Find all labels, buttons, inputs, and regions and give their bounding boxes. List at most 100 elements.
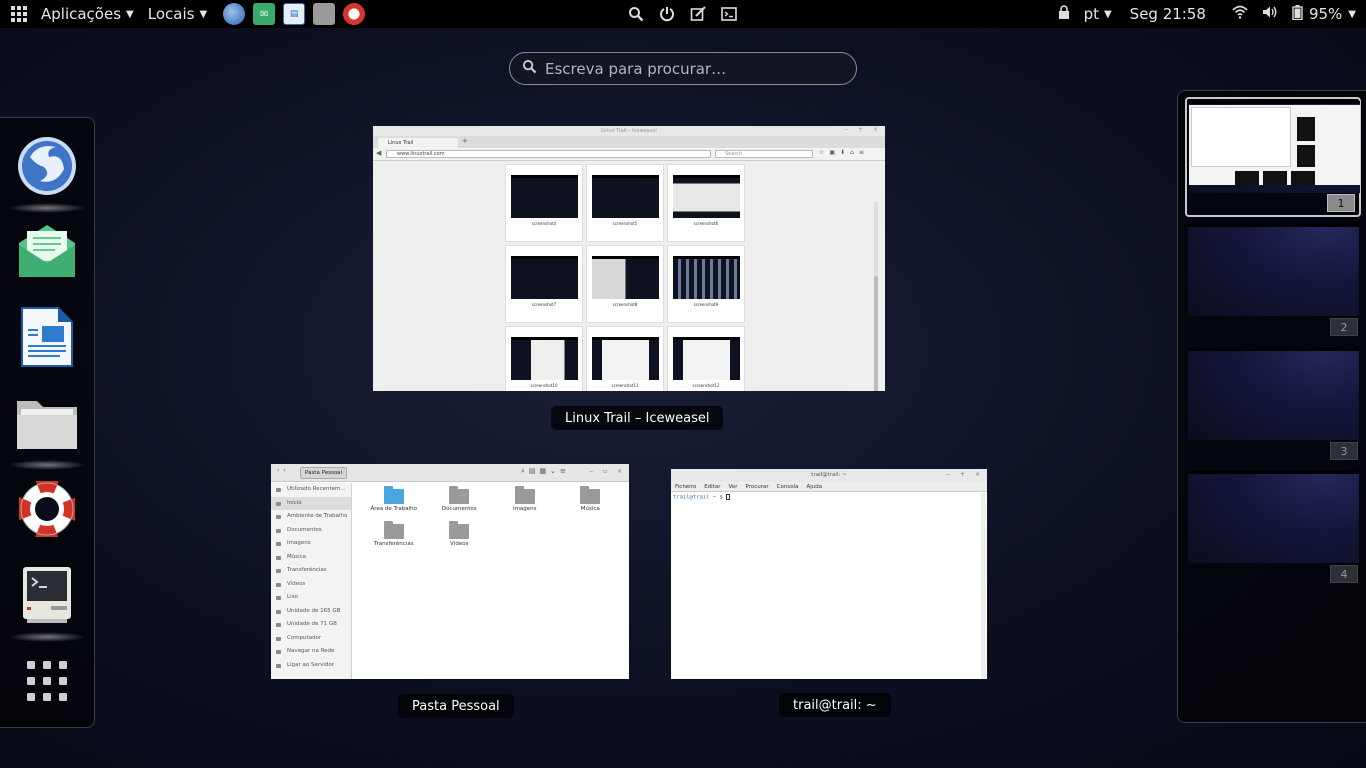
sidebar-item[interactable]: Utilizado Recentem... — [271, 483, 351, 497]
folder-item[interactable]: Música — [558, 486, 624, 514]
workspace-number: 4 — [1330, 565, 1358, 583]
files-headerbar: ‹› Pasta Pessoal ⌕▤▦⌄≡ ‒ ▫ × — [271, 464, 629, 482]
battery-percent: 95% — [1308, 5, 1343, 23]
dash-item-files[interactable] — [8, 390, 86, 470]
folder-item[interactable]: Transferências — [361, 521, 427, 549]
terminal-icon[interactable] — [719, 4, 739, 24]
thumbnail-label: screenshot7 — [531, 302, 557, 307]
edit-icon[interactable] — [688, 4, 708, 24]
terminal-scrollbar[interactable] — [981, 493, 986, 679]
folder-grid: Área de Trabalho Documentos Imagens Músi… — [361, 486, 624, 549]
dash-item-libreoffice-writer[interactable] — [14, 304, 80, 370]
folder-item[interactable]: Vídeos — [427, 521, 493, 549]
search-entry[interactable] — [509, 52, 857, 85]
browser-search-field[interactable]: Search — [715, 150, 813, 158]
help-icon[interactable] — [343, 3, 366, 25]
search-icon[interactable] — [626, 4, 646, 24]
window-titlebar: Linux Trail – Iceweasel — [373, 126, 885, 136]
thumbnail[interactable]: screenshot10 — [505, 326, 583, 391]
clock[interactable]: Seg 21:58 — [1130, 5, 1206, 23]
thumbnail-label: screenshot8 — [612, 302, 638, 307]
sidebar-item[interactable]: Navegar na Rede — [271, 645, 351, 659]
sidebar-item[interactable]: Ambiente de Trabalho — [271, 510, 351, 524]
terminal-output[interactable]: trail@trail ~ $ — [671, 492, 987, 503]
sidebar-item[interactable]: Início — [271, 496, 351, 510]
menu-item[interactable]: Ficheiro — [675, 482, 696, 491]
workspace-2[interactable]: 2 — [1188, 224, 1359, 336]
dash-item-help[interactable] — [14, 476, 80, 542]
thumbnail[interactable]: screenshot5 — [586, 164, 664, 242]
places-menu[interactable]: Locais ▼ — [148, 0, 207, 28]
browser-scrollbar[interactable] — [874, 202, 878, 391]
window-caption-terminal: trail@trail: ~ — [779, 693, 891, 717]
applications-menu[interactable]: Aplicações ▼ — [41, 0, 134, 28]
sidebar-item[interactable]: Ligar ao Servidor — [271, 659, 351, 673]
thumbnail[interactable]: screenshot9 — [667, 245, 745, 323]
activities-grid-icon[interactable] — [11, 6, 27, 22]
volume-icon[interactable] — [1262, 5, 1278, 23]
workspace-4[interactable]: 4 — [1188, 471, 1359, 583]
menu-item[interactable]: Consola — [777, 482, 799, 491]
folder-item[interactable]: Imagens — [492, 486, 558, 514]
window-controls: ‒ + × — [946, 471, 984, 478]
sidebar-item[interactable]: Computador — [271, 632, 351, 646]
back-icon[interactable]: ◀ — [376, 149, 381, 157]
sidebar-item[interactable]: Lixo — [271, 591, 351, 605]
url-bar[interactable]: www.linuxtrail.com — [386, 150, 711, 158]
menu-item[interactable]: Ver — [729, 482, 738, 491]
show-apps-grid-icon — [27, 661, 67, 701]
dash-item-mail[interactable] — [14, 218, 80, 284]
browser-tab[interactable]: Linux Trail — [378, 138, 458, 148]
window-terminal[interactable]: trail@trail: ~ ‒ + × Ficheiro Editar Ver… — [671, 469, 987, 679]
mail-icon[interactable]: ✉ — [253, 3, 276, 25]
dash-item-iceweasel[interactable] — [8, 133, 86, 213]
folder-item[interactable]: Área de Trabalho — [361, 486, 427, 514]
files-icon[interactable] — [313, 3, 336, 25]
wifi-icon[interactable] — [1232, 5, 1248, 23]
keyboard-layout-menu[interactable]: pt ▼ — [1084, 5, 1112, 23]
iceweasel-icon[interactable] — [223, 3, 246, 25]
sidebar-item[interactable]: Documentos — [271, 524, 351, 538]
workspace-3[interactable]: 3 — [1188, 348, 1359, 460]
quick-launch: ✉ ▤ — [223, 3, 366, 25]
thumbnail[interactable]: screenshot6 — [667, 164, 745, 242]
path-bar-home[interactable]: Pasta Pessoal — [300, 467, 348, 479]
nav-arrows-icon[interactable]: ‹› — [277, 467, 290, 474]
new-tab-icon[interactable]: + — [462, 137, 468, 145]
files-sidebar: Utilizado Recentem... Início Ambiente de… — [271, 483, 352, 679]
menu-item[interactable]: Procurar — [746, 482, 769, 491]
dash — [0, 117, 95, 728]
search-input[interactable] — [545, 59, 845, 78]
sidebar-item[interactable]: Transferências — [271, 564, 351, 578]
workspace-1[interactable]: 1 — [1185, 97, 1361, 217]
thumbnail[interactable]: screenshot7 — [505, 245, 583, 323]
thumbnail[interactable]: screenshot4 — [505, 164, 583, 242]
sidebar-item[interactable]: Imagens — [271, 537, 351, 551]
thumbnail[interactable]: screenshot12 — [667, 326, 745, 391]
menu-item[interactable]: Editar — [704, 482, 720, 491]
folder-item[interactable]: Documentos — [427, 486, 493, 514]
lock-icon[interactable] — [1058, 5, 1070, 23]
window-files[interactable]: ‹› Pasta Pessoal ⌕▤▦⌄≡ ‒ ▫ × Utilizado R… — [271, 464, 629, 679]
thumbnail-label: screenshot10 — [530, 383, 558, 388]
window-iceweasel[interactable]: Linux Trail – Iceweasel ‒ + × Linux Trai… — [373, 126, 885, 391]
sidebar-item[interactable]: Música — [271, 551, 351, 565]
documents-folder-icon — [449, 486, 470, 504]
menu-item[interactable]: Ajuda — [806, 482, 822, 491]
workspace-background — [1188, 224, 1359, 316]
path-label: Pasta Pessoal — [305, 470, 343, 476]
workspace-switcher: 1 2 3 4 — [1177, 90, 1366, 723]
thumbnail-grid: screenshot4 screenshot5 screenshot6 scre… — [505, 164, 747, 391]
battery-indicator[interactable]: 95% ▼ — [1292, 4, 1356, 24]
thumbnail[interactable]: screenshot8 — [586, 245, 664, 323]
show-applications-button[interactable] — [14, 648, 80, 714]
dash-item-terminal[interactable] — [8, 562, 86, 642]
folder-label: Área de Trabalho — [370, 506, 417, 512]
sidebar-item[interactable]: Unidade de 71 GB — [271, 618, 351, 632]
logout-icon[interactable] — [657, 4, 677, 24]
writer-icon[interactable]: ▤ — [283, 3, 306, 25]
thumbnail[interactable]: screenshot11 — [586, 326, 664, 391]
sidebar-item[interactable]: Unidade de 165 GB — [271, 605, 351, 619]
cursor — [725, 494, 730, 500]
sidebar-item[interactable]: Vídeos — [271, 578, 351, 592]
